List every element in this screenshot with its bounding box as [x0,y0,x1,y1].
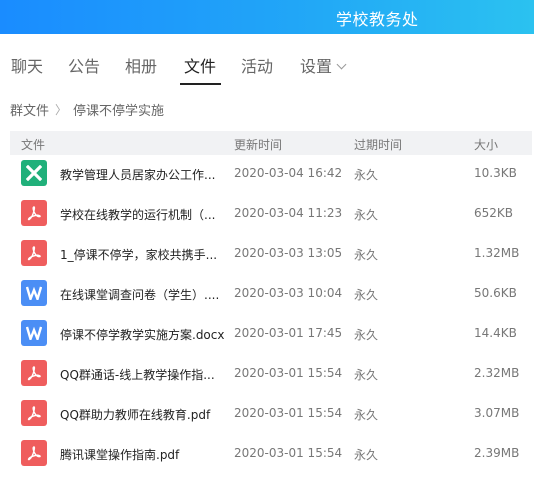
breadcrumb: 群文件 〉 停课不停学实施 [10,100,164,119]
table-header: 文件 更新时间 过期时间 大小 [10,131,532,155]
breadcrumb-separator: 〉 [55,103,68,117]
title-bar: 学校教务处 [0,0,534,34]
file-size: 50.6KB [474,286,517,300]
tab-settings[interactable]: 设置 [300,53,347,77]
file-size: 652KB [474,206,514,220]
file-name: 1_停课不停学，家校共携手... [60,248,218,262]
file-expiry: 永久 [354,288,379,302]
breadcrumb-current: 停课不停学实施 [73,104,165,119]
excel-icon [21,160,47,186]
tab-settings-label: 设置 [300,57,333,76]
file-size: 2.39MB [474,446,520,460]
pdf-icon [21,360,47,386]
file-name: 在线课堂调查问卷（学生）.... [60,288,220,302]
file-name: QQ群通话-线上教学操作指... [60,368,215,382]
file-expiry: 永久 [354,408,379,422]
file-expiry: 永久 [354,328,379,342]
file-updated-time: 2020-03-04 11:23 [234,206,343,220]
tab-activities[interactable]: 活动 [241,53,273,77]
file-row[interactable]: 1_停课不停学，家校共携手... 2020-03-03 13:05 永久 1.32MB [0,240,534,280]
breadcrumb-root[interactable]: 群文件 [10,100,49,119]
file-updated-time: 2020-03-01 15:54 [234,446,343,460]
active-tab-indicator [180,83,221,85]
file-updated-time: 2020-03-04 16:42 [234,166,343,180]
file-updated-time: 2020-03-03 13:05 [234,246,343,260]
file-updated-time: 2020-03-01 15:54 [234,406,343,420]
file-updated-time: 2020-03-01 15:54 [234,366,343,380]
file-size: 14.4KB [474,326,517,340]
file-size: 10.3KB [474,166,517,180]
word-icon [21,280,47,306]
file-row[interactable]: 教学管理人员居家办公工作... 2020-03-04 16:42 永久 10.3KB [0,160,534,200]
file-updated-time: 2020-03-01 17:45 [234,326,343,340]
file-expiry: 永久 [354,248,379,262]
file-name: 教学管理人员居家办公工作... [60,168,216,182]
file-row[interactable]: 学校在线教学的运行机制（... 2020-03-04 11:23 永久 652KB [0,200,534,240]
word-icon [21,320,47,346]
file-name: 学校在线教学的运行机制（... [60,208,216,222]
file-row[interactable]: 在线课堂调查问卷（学生）.... 2020-03-03 10:04 永久 50.6KB [0,280,534,320]
pdf-icon [21,200,47,226]
file-size: 2.32MB [474,366,520,380]
pdf-icon [21,400,47,426]
tab-files[interactable]: 文件 [184,53,216,77]
column-header-size[interactable]: 大小 [474,136,498,153]
file-row[interactable]: QQ群通话-线上教学操作指... 2020-03-01 15:54 永久 2.32MB [0,360,534,400]
tab-album[interactable]: 相册 [125,53,157,77]
column-header-expires[interactable]: 过期时间 [354,136,402,153]
file-name: QQ群助力教师在线教育.pdf [60,408,211,422]
tab-chat[interactable]: 聊天 [11,53,43,77]
window-title: 学校教务处 [336,10,419,29]
file-expiry: 永久 [354,368,379,382]
pdf-icon [21,240,47,266]
column-header-file[interactable]: 文件 [21,136,45,153]
column-header-updated[interactable]: 更新时间 [234,136,282,153]
tab-bar: 聊天 公告 相册 文件 活动 设置 [0,34,534,86]
tab-announcements[interactable]: 公告 [68,53,100,77]
file-row[interactable]: 腾讯课堂操作指南.pdf 2020-03-01 15:54 永久 2.39MB [0,440,534,480]
file-row[interactable]: QQ群助力教师在线教育.pdf 2020-03-01 15:54 永久 3.07MB [0,400,534,440]
file-updated-time: 2020-03-03 10:04 [234,286,343,300]
pdf-icon [21,440,47,466]
file-name: 停课不停学教学实施方案.docx [60,328,225,342]
chevron-down-icon [336,59,347,70]
file-row[interactable]: 停课不停学教学实施方案.docx 2020-03-01 17:45 永久 14.4KB [0,320,534,360]
file-expiry: 永久 [354,448,379,462]
file-expiry: 永久 [354,208,379,222]
file-size: 3.07MB [474,406,520,420]
file-expiry: 永久 [354,168,379,182]
file-size: 1.32MB [474,246,520,260]
file-name: 腾讯课堂操作指南.pdf [60,448,180,462]
